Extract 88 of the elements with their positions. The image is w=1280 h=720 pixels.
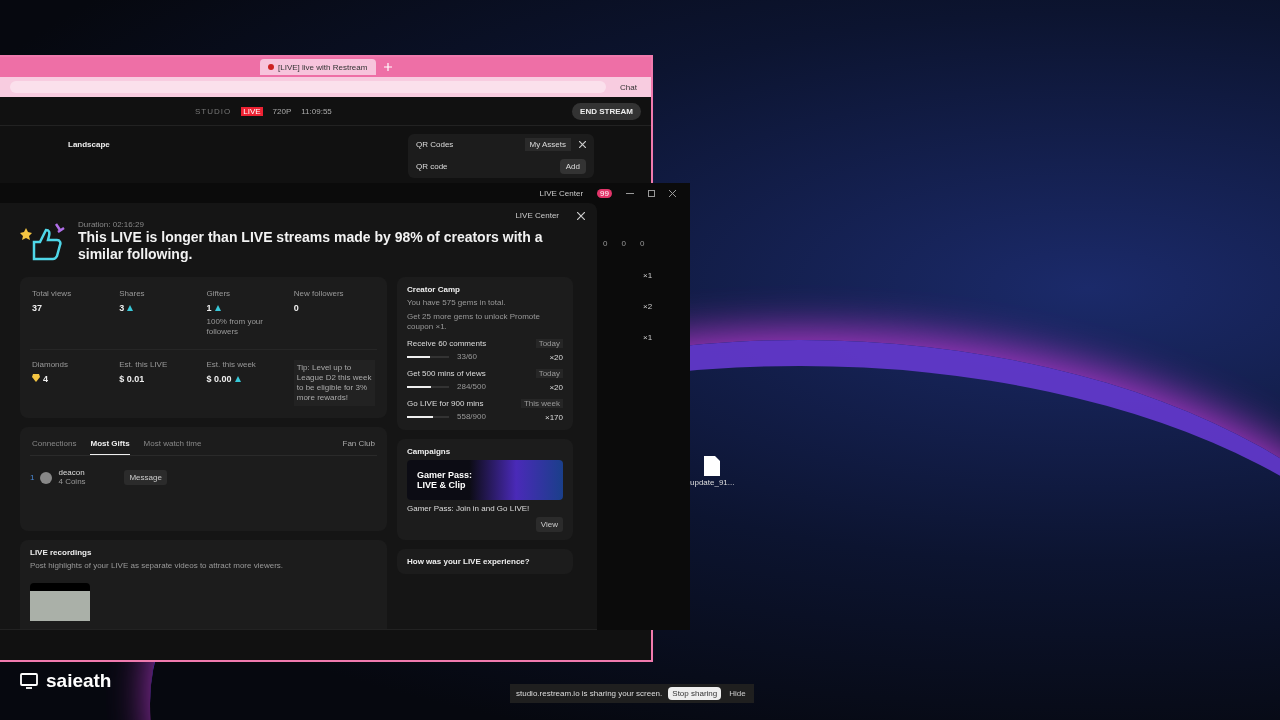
- gem-reward: ×20: [549, 382, 563, 392]
- ranking-tab[interactable]: Connections: [32, 439, 77, 455]
- gems-text: You have 575 gems in total.: [407, 298, 507, 308]
- live-badge: LIVE: [241, 106, 263, 116]
- unlock-text: Get 25 more gems to unlock Promote coupon ×1.: [407, 312, 541, 332]
- coin-count: 4 Coins: [58, 477, 87, 487]
- progress-count: 33/60: [457, 352, 478, 362]
- live-center-link[interactable]: LIVE Center: [539, 188, 584, 198]
- task-name: Receive 60 comments: [407, 339, 487, 348]
- fan-club-link[interactable]: Fan Club: [342, 439, 375, 455]
- period-tag: Today: [535, 369, 563, 378]
- user-name: saieath: [46, 670, 112, 692]
- chat-button[interactable]: Chat: [616, 81, 641, 93]
- stat-label: Est. this week: [206, 360, 257, 370]
- stat-label: Shares: [119, 289, 146, 299]
- hide-button[interactable]: Hide: [727, 687, 748, 700]
- qr-panel-title: QR Codes: [416, 140, 454, 149]
- count-label: 0: [603, 239, 608, 249]
- count-label: 0: [639, 239, 645, 249]
- maximize-icon[interactable]: [648, 189, 655, 197]
- count-label: 0: [621, 239, 626, 249]
- file-icon[interactable]: [704, 456, 721, 476]
- ranking-tab[interactable]: Most Gifts: [90, 439, 130, 455]
- resolution-label: 720P: [272, 106, 292, 116]
- task-name: Get 500 mins of views: [407, 369, 486, 378]
- stat-value: $ 0.01: [119, 374, 146, 384]
- stat-value: 0: [293, 303, 300, 313]
- creator-camp-title: Creator Camp: [407, 285, 461, 294]
- file-name[interactable]: update_91...: [690, 478, 735, 487]
- monitor-icon: [20, 673, 38, 689]
- campaign-banner[interactable]: Gamer Pass: LIVE & Clip: [407, 460, 563, 500]
- stat-label: Gifters: [206, 289, 232, 299]
- ranking-tab[interactable]: Most watch time: [143, 439, 202, 455]
- gift-count: ×2: [643, 302, 653, 311]
- stat-label: Diamonds: [32, 360, 69, 370]
- close-icon[interactable]: [669, 189, 676, 197]
- recordings-text: Post highlights of your LIVE as separate videos to attract more viewers.: [30, 561, 284, 571]
- qr-section-title[interactable]: QR code: [416, 162, 448, 171]
- duration-label: Duration: 02:16:29: [78, 220, 145, 229]
- stat-value: 4: [32, 374, 114, 384]
- stat-value: 1: [206, 303, 288, 313]
- progress-count: 558/900: [457, 412, 486, 422]
- stat-value: $ 0.00: [206, 374, 288, 384]
- trend-up-icon: [234, 376, 241, 382]
- task-name: Go LIVE for 900 mins: [407, 399, 484, 408]
- campaigns-title: Campaigns: [407, 447, 452, 456]
- trend-up-icon: [127, 305, 134, 311]
- gem-reward: ×170: [544, 412, 563, 422]
- stat-label: Total views: [32, 289, 73, 299]
- stat-label: New followers: [293, 289, 345, 299]
- progress-count: 284/500: [457, 382, 486, 392]
- rank-number: 1: [30, 473, 35, 482]
- stat-note: 100% from your followers: [206, 317, 264, 337]
- gift-count: ×1: [643, 271, 653, 280]
- close-icon[interactable]: [577, 211, 585, 220]
- layout-button[interactable]: Landscape: [68, 140, 110, 149]
- banner-title: Gamer Pass: LIVE & Clip: [417, 470, 474, 490]
- studio-logo: STUDIO: [195, 106, 232, 116]
- minimize-icon[interactable]: [626, 192, 634, 194]
- live-center-link[interactable]: LIVE Center: [515, 211, 559, 220]
- message-button[interactable]: Message: [124, 470, 167, 485]
- video-thumbnail[interactable]: [30, 583, 90, 621]
- avatar: [40, 471, 53, 484]
- share-text: studio.restream.io is sharing your screen.: [516, 689, 663, 698]
- tip-text: Tip: Level up to League D2 this week to be eligible for 3% more rewards!: [293, 360, 375, 406]
- gifter-name: deacon: [58, 468, 86, 477]
- stop-sharing-button[interactable]: Stop sharing: [668, 687, 722, 700]
- recordings-title: LIVE recordings: [30, 548, 93, 557]
- period-tag: Today: [535, 339, 563, 348]
- view-button[interactable]: View: [535, 517, 563, 532]
- stat-value: 37: [32, 303, 43, 313]
- headline: This LIVE is longer than LIVE streams made by 98% of creators with a similar following.: [78, 229, 544, 263]
- diamond-icon: [32, 374, 40, 382]
- stat-label: Est. this LIVE: [119, 360, 169, 370]
- gem-reward: ×20: [549, 352, 563, 362]
- campaign-caption: Gamer Pass: Join in and Go LIVE!: [407, 504, 531, 513]
- feedback-title: How was your LIVE experience?: [407, 557, 531, 566]
- stat-value: 3: [119, 303, 201, 313]
- stream-timer: 11:09:55: [301, 106, 332, 116]
- notification-badge: 99: [597, 188, 612, 198]
- browser-tab[interactable]: [LIVE] live with Restream: [260, 59, 376, 75]
- period-tag: This week: [521, 399, 563, 408]
- add-button[interactable]: Add: [559, 159, 586, 174]
- end-stream-button[interactable]: END STREAM: [572, 102, 641, 120]
- gift-count: ×1: [643, 333, 653, 342]
- close-icon[interactable]: [579, 141, 586, 148]
- trend-up-icon: [214, 305, 221, 311]
- assets-dropdown[interactable]: My Assets: [524, 138, 571, 151]
